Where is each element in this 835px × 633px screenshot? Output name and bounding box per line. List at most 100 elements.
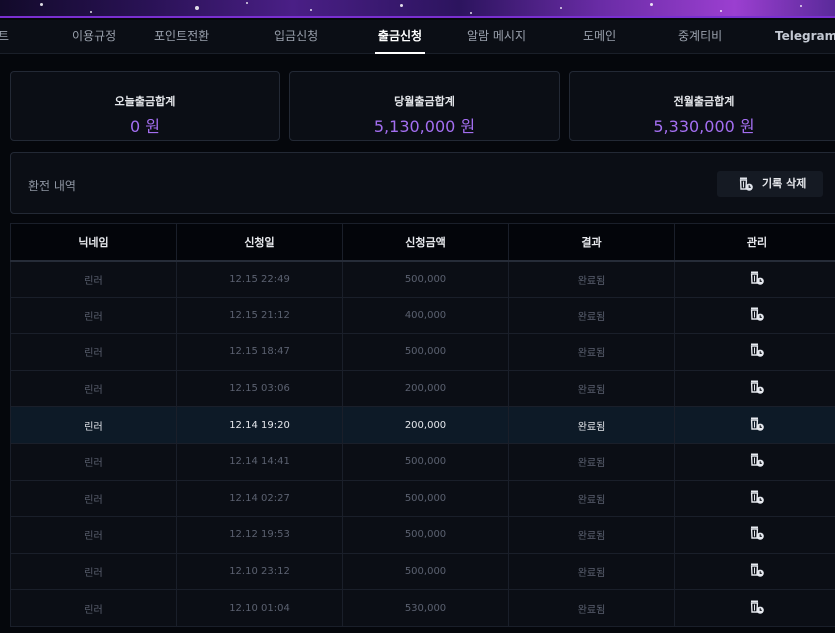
header-banner (0, 0, 835, 18)
delete-row-button[interactable] (749, 270, 765, 289)
cell-date: 12.12 19:53 (176, 516, 343, 554)
cell-nickname: 린러 (10, 296, 177, 335)
delete-row-button[interactable] (749, 306, 765, 325)
delete-row-button[interactable] (749, 416, 765, 435)
cell-nickname: 린러 (10, 406, 177, 444)
table-row: 린러 12.15 21:12 400,000 완료됨 (10, 296, 835, 335)
column-header-result: 결과 (508, 223, 675, 262)
stat-label: 오늘출금합계 (114, 95, 176, 108)
cell-amount: 500,000 (342, 479, 509, 518)
stat-label: 전월출금합계 (673, 95, 735, 108)
nav-item-alarm-message[interactable]: 알람 메시지 (467, 20, 526, 54)
delete-row-button[interactable] (749, 525, 765, 544)
nav-item-withdraw[interactable]: 출금신청 (375, 20, 425, 54)
trash-clock-icon (750, 600, 764, 614)
cell-manage (674, 406, 835, 444)
trash-clock-icon (750, 563, 764, 577)
cell-date: 12.10 01:04 (176, 589, 343, 627)
delete-row-button[interactable] (749, 489, 765, 508)
cell-result: 완료됨 (508, 369, 675, 408)
trash-clock-icon (750, 417, 764, 431)
table-header-row: 닉네임 신청일 신청금액 결과 관리 (10, 223, 835, 262)
cell-nickname: 린러 (10, 589, 177, 627)
cell-date: 12.15 18:47 (176, 333, 343, 371)
cell-result: 완료됨 (508, 296, 675, 335)
cell-result: 완료됨 (508, 552, 675, 591)
cell-amount: 500,000 (342, 333, 509, 371)
stat-today-withdraw: 오늘출금합계 0 원 (10, 71, 280, 141)
cell-date: 12.15 22:49 (176, 260, 343, 298)
nav-item-point-convert[interactable]: 포인트전환 (154, 20, 209, 54)
stat-label: 당월출금합계 (394, 95, 455, 108)
cell-date: 12.10 23:12 (176, 552, 343, 591)
delete-row-button[interactable] (749, 562, 765, 581)
cell-manage (674, 479, 835, 518)
trash-clock-icon (739, 177, 753, 191)
cell-manage (674, 589, 835, 627)
cell-amount: 530,000 (342, 589, 509, 627)
delete-history-label: 기록 삭제 (762, 177, 807, 190)
withdraw-table: 닉네임 신청일 신청금액 결과 관리 린러 12.15 22:49 500,000 완… (10, 223, 835, 627)
table-row: 린러 12.14 14:41 500,000 완료됨 (10, 442, 835, 481)
nav-item-telegram[interactable]: Telegram (775, 20, 835, 54)
cell-nickname: 린러 (10, 260, 177, 298)
stat-value: 0 원 (130, 117, 160, 136)
table-row: 린러 12.15 22:49 500,000 완료됨 (10, 260, 835, 298)
nav-item-event[interactable]: 트 (0, 20, 9, 54)
table-row: 린러 12.14 02:27 500,000 완료됨 (10, 479, 835, 518)
table-row: 린러 12.10 23:12 500,000 완료됨 (10, 552, 835, 591)
cell-manage (674, 260, 835, 298)
cell-manage (674, 333, 835, 371)
history-panel: 환전 내역 기록 삭제 (10, 152, 835, 214)
column-header-date: 신청일 (176, 223, 343, 262)
cell-nickname: 린러 (10, 333, 177, 371)
cell-amount: 500,000 (342, 260, 509, 298)
cell-amount: 500,000 (342, 516, 509, 554)
cell-amount: 200,000 (342, 406, 509, 444)
stat-month-withdraw: 당월출금합계 5,130,000 원 (289, 71, 560, 141)
cell-date: 12.15 03:06 (176, 369, 343, 408)
nav-item-rules[interactable]: 이용규정 (72, 20, 116, 54)
table-row: 린러 12.15 03:06 200,000 완료됨 (10, 369, 835, 408)
nav-item-live-tv[interactable]: 중계티비 (678, 20, 722, 54)
trash-clock-icon (750, 343, 764, 358)
table-row: 린러 12.14 19:20 200,000 완료됨 (10, 406, 835, 444)
cell-nickname: 린러 (10, 369, 177, 408)
cell-result: 완료됨 (508, 442, 675, 481)
cell-nickname: 린러 (10, 442, 177, 481)
cell-nickname: 린러 (10, 516, 177, 554)
trash-clock-icon (750, 307, 764, 321)
delete-row-button[interactable] (749, 342, 765, 361)
trash-clock-icon (750, 490, 764, 504)
cell-date: 12.14 02:27 (176, 479, 343, 518)
cell-result: 완료됨 (508, 516, 675, 554)
column-header-nickname: 닉네임 (10, 223, 177, 262)
trash-clock-icon (750, 271, 764, 285)
delete-history-button[interactable]: 기록 삭제 (717, 171, 823, 197)
cell-nickname: 린러 (10, 479, 177, 518)
cell-amount: 500,000 (342, 442, 509, 481)
stat-value: 5,130,000 원 (373, 117, 476, 136)
table-row: 린러 12.10 01:04 530,000 완료됨 (10, 589, 835, 627)
cell-result: 완료됨 (508, 406, 675, 444)
cell-nickname: 린러 (10, 552, 177, 591)
trash-clock-icon (750, 380, 764, 394)
cell-manage (674, 369, 835, 408)
delete-row-button[interactable] (749, 452, 765, 471)
nav-item-deposit[interactable]: 입금신청 (274, 20, 318, 54)
cell-manage (674, 516, 835, 554)
history-title: 환전 내역 (28, 179, 76, 193)
table-row: 린러 12.15 18:47 500,000 완료됨 (10, 333, 835, 371)
cell-result: 완료됨 (508, 260, 675, 298)
nav-item-domain[interactable]: 도메인 (583, 20, 616, 54)
column-header-amount: 신청금액 (342, 223, 509, 262)
delete-row-button[interactable] (749, 599, 765, 618)
cell-date: 12.14 19:20 (176, 406, 343, 444)
cell-result: 완료됨 (508, 333, 675, 371)
cell-amount: 500,000 (342, 552, 509, 591)
delete-row-button[interactable] (749, 379, 765, 398)
cell-result: 완료됨 (508, 589, 675, 627)
stat-value: 5,330,000 원 (653, 117, 755, 136)
column-header-manage: 관리 (674, 223, 835, 262)
trash-clock-icon (750, 453, 764, 468)
